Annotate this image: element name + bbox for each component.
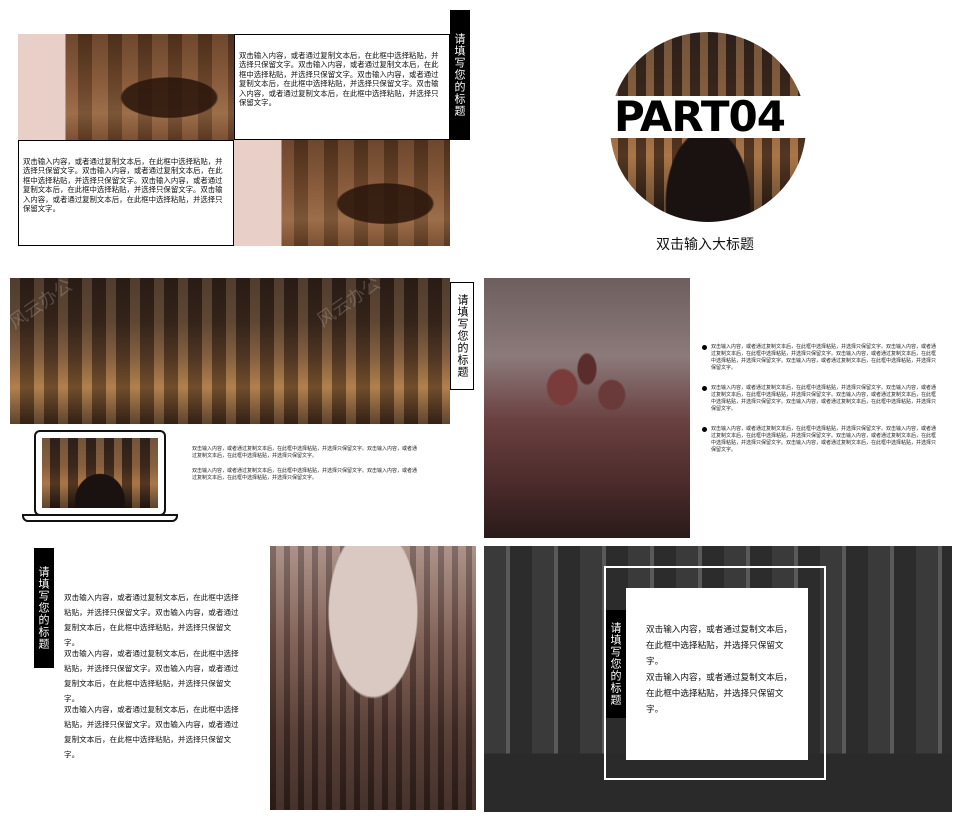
text-bottom: 双击输入内容，或者通过复制文本后，在此框中选择粘贴，并选择只保留文字。双击输入内… (23, 157, 223, 214)
bullet-2: 双击输入内容，或者通过复制文本后，在此框中选择粘贴，并选择只保留文字。双击输入内… (702, 385, 938, 413)
para-1: 双击输入内容，或者通过复制文本后，在此框中选择粘贴，并选择只保留文字。双击输入内… (192, 446, 418, 459)
basil-cathedral-photo (484, 278, 690, 538)
slide-1[interactable]: 双击输入内容，或者通过复制文本后，在此框中选择粘贴，并选择只保留文字。双击输入内… (0, 0, 480, 270)
laptop-screen-photo (42, 438, 158, 508)
seville-cathedral-photo (270, 546, 476, 810)
para-3: 双击输入内容，或者通过复制文本后，在此框中选择粘贴，并选择只保留文字。双击输入内… (64, 705, 239, 759)
bullet-1: 双击输入内容，或者通过复制文本后，在此框中选择粘贴，并选择只保留文字。双击输入内… (702, 344, 938, 372)
slide-3[interactable]: 风云办公 风云办公 请填写您的标题 双击输入内容，或者通过复制文本后，在此框中选… (0, 270, 480, 540)
subtitle: 双击输入大标题 (656, 237, 754, 253)
vertical-title: 请填写您的标题 (450, 10, 470, 140)
bullet-text: 双击输入内容，或者通过复制文本后，在此框中选择粘贴，并选择只保留文字。双击输入内… (711, 344, 937, 371)
para-1: 双击输入内容，或者通过复制文本后，在此框中选择粘贴，并选择只保留文字。双击输入内… (64, 593, 239, 647)
para-2: 双击输入内容，或者通过复制文本后，在此框中选择粘贴，并选择只保留文字。 (646, 673, 793, 715)
text-box-bottom[interactable]: 双击输入内容，或者通过复制文本后，在此框中选择粘贴，并选择只保留文字。双击输入内… (18, 140, 234, 246)
laptop-base (22, 514, 178, 522)
text-top: 双击输入内容，或者通过复制文本后，在此框中选择粘贴，并选择只保留文字。双击输入内… (239, 51, 439, 108)
vertical-title: 请填写您的标题 (34, 548, 54, 668)
colosseum-banner-photo (10, 278, 450, 424)
slide-4[interactable]: 双击输入内容，或者通过复制文本后，在此框中选择粘贴，并选择只保留文字。双击输入内… (480, 270, 960, 540)
text-card[interactable]: 双击输入内容，或者通过复制文本后，在此框中选择粘贴，并选择只保留文字。 双击输入… (626, 588, 808, 760)
cloister-photo-bottom (234, 140, 450, 246)
text-box-top[interactable]: 双击输入内容，或者通过复制文本后，在此框中选择粘贴，并选择只保留文字。双击输入内… (234, 34, 450, 140)
bullet-dot (702, 345, 707, 350)
cloister-photo-top (18, 34, 234, 140)
slide-2[interactable]: PART04 双击输入大标题 (480, 0, 960, 270)
bullet-dot (702, 427, 707, 432)
bullet-3: 双击输入内容，或者通过复制文本后，在此框中选择粘贴，并选择只保留文字。双击输入内… (702, 426, 938, 454)
vertical-title: 请填写您的标题 (450, 282, 474, 390)
bullet-text: 双击输入内容，或者通过复制文本后，在此框中选择粘贴，并选择只保留文字。双击输入内… (711, 426, 937, 453)
para-1: 双击输入内容，或者通过复制文本后，在此框中选择粘贴，并选择只保留文字。 (646, 625, 793, 667)
slide-5[interactable]: 请填写您的标题 双击输入内容，或者通过复制文本后，在此框中选择粘贴，并选择只保留… (0, 540, 480, 816)
bullet-text: 双击输入内容，或者通过复制文本后，在此框中选择粘贴，并选择只保留文字。双击输入内… (711, 385, 937, 412)
part-label: PART04 (614, 92, 786, 141)
bullet-dot (702, 386, 707, 391)
vertical-title: 请填写您的标题 (606, 610, 626, 718)
para-2: 双击输入内容，或者通过复制文本后，在此框中选择粘贴，并选择只保留文字。双击输入内… (192, 468, 418, 481)
para-2: 双击输入内容，或者通过复制文本后，在此框中选择粘贴，并选择只保留文字。双击输入内… (64, 649, 239, 703)
slide-6[interactable]: 双击输入内容，或者通过复制文本后，在此框中选择粘贴，并选择只保留文字。 双击输入… (480, 540, 960, 816)
laptop-screen (34, 430, 166, 516)
